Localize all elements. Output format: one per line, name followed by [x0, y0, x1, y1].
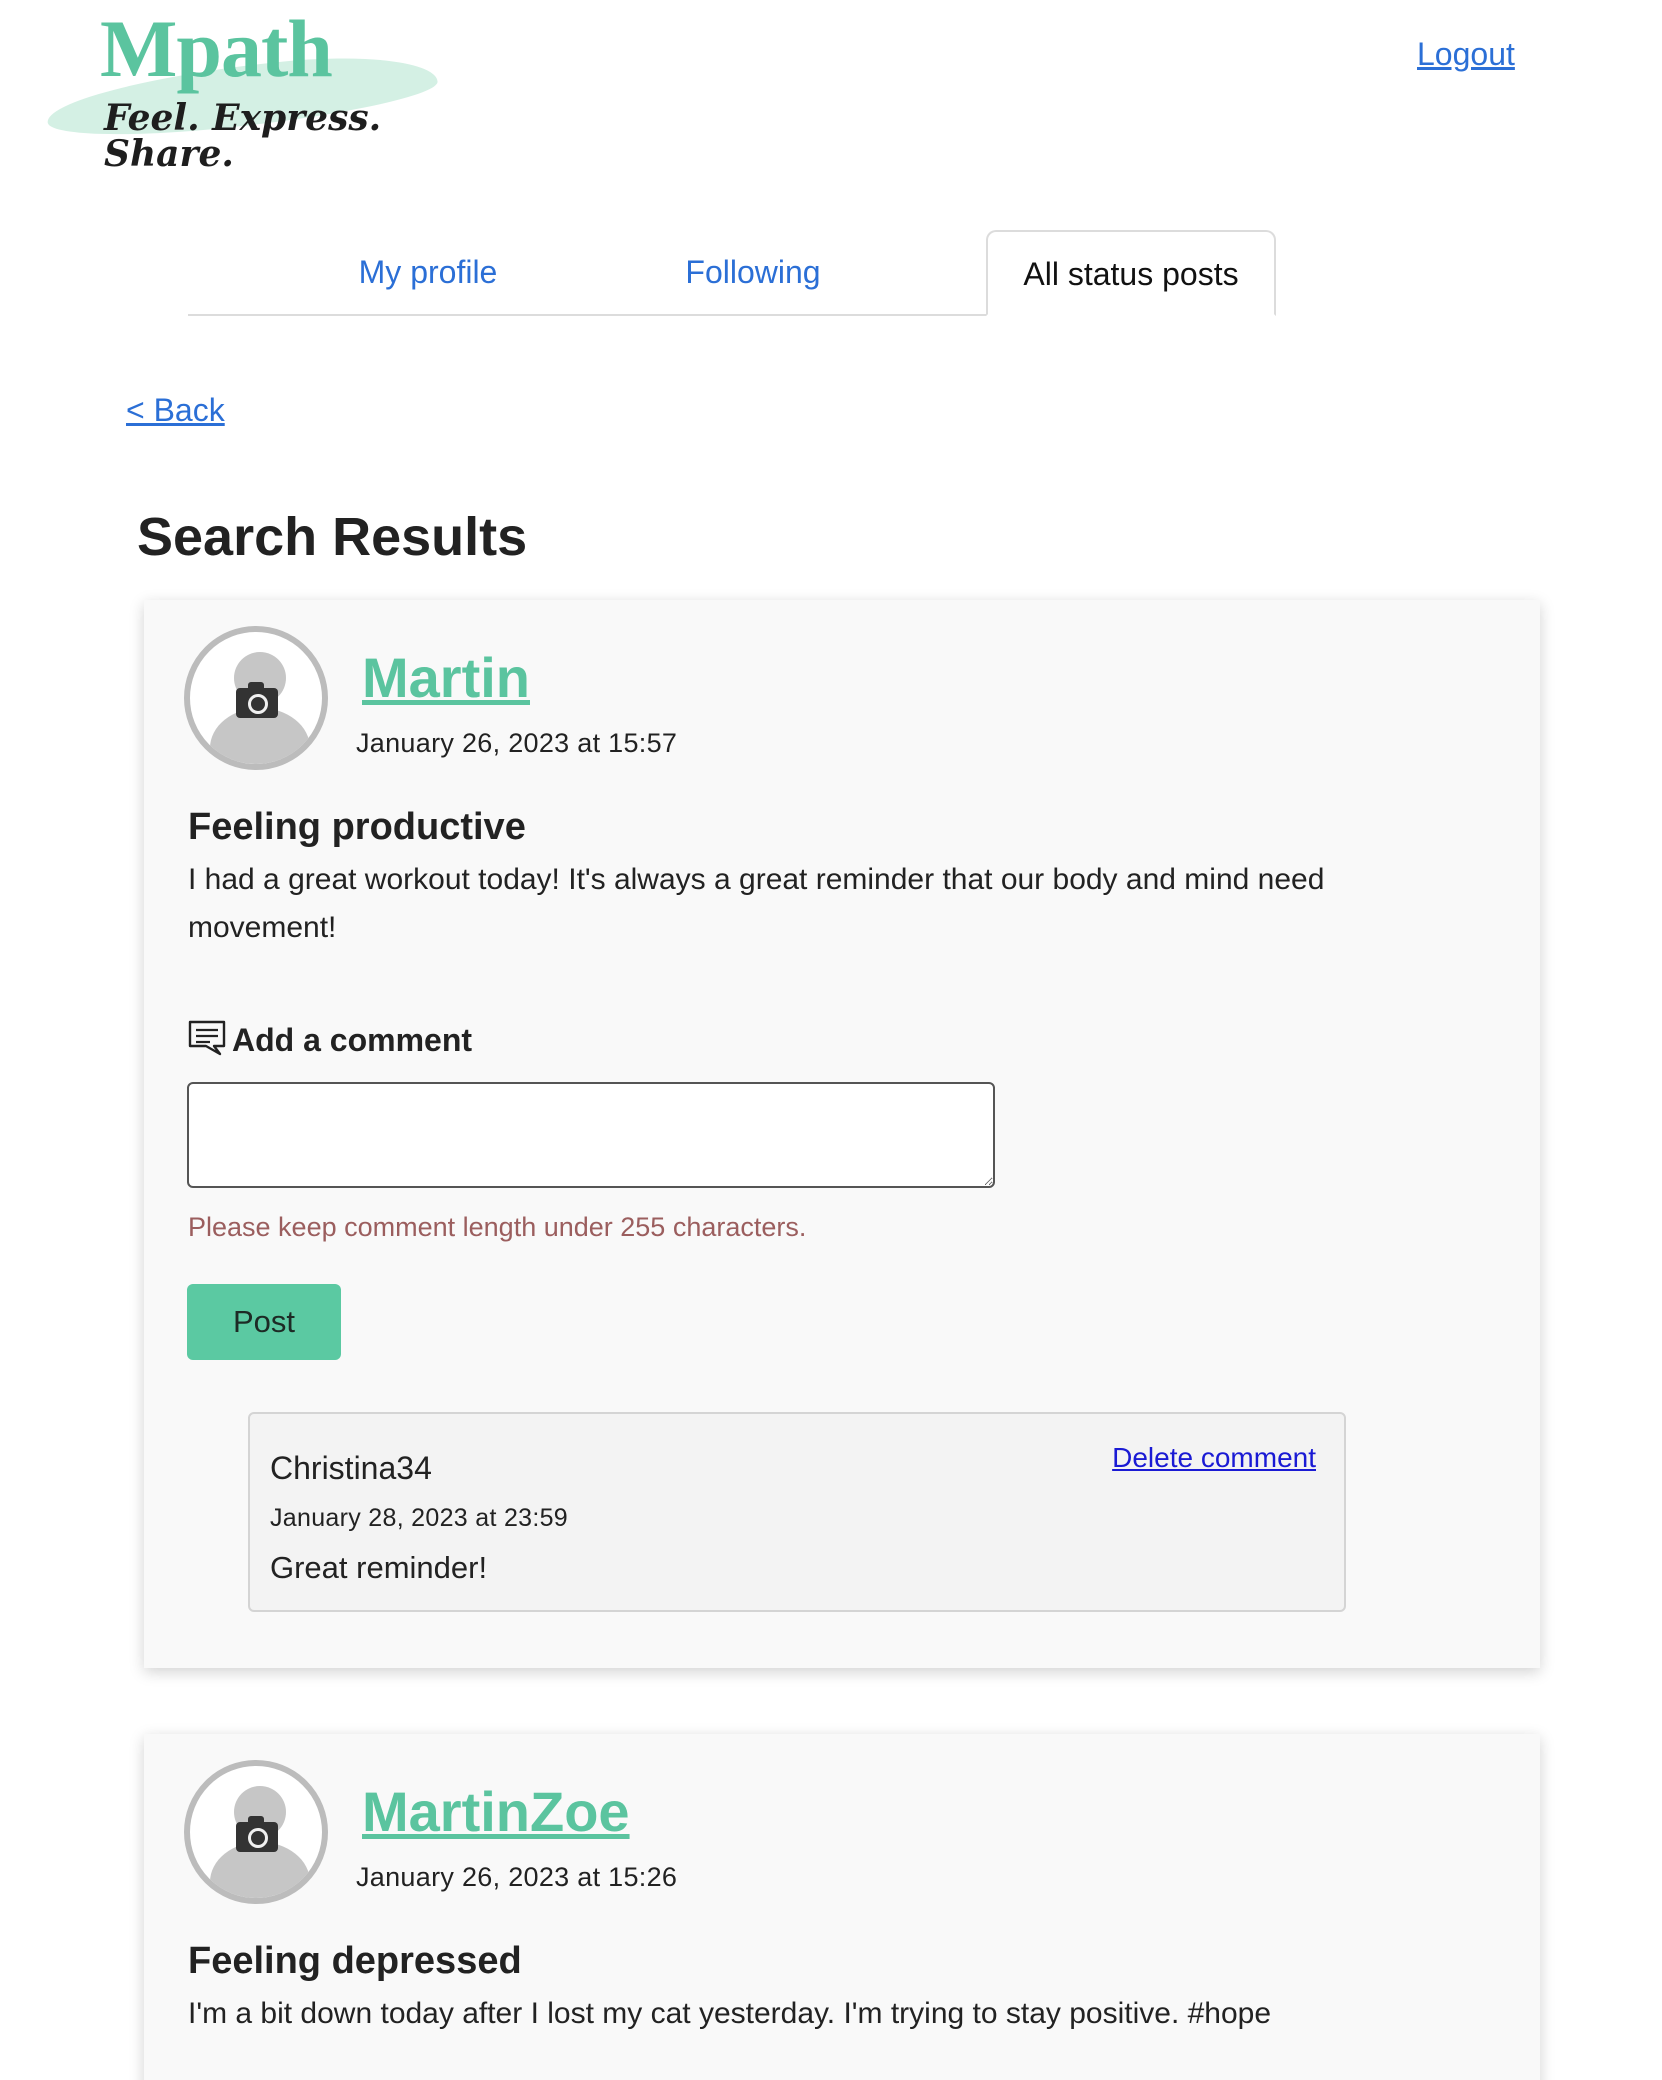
back-link[interactable]: < Back	[126, 392, 225, 429]
tab-all-status-posts[interactable]: All status posts	[986, 230, 1276, 316]
tab-following[interactable]: Following	[628, 230, 878, 314]
comment-length-hint: Please keep comment length under 255 cha…	[188, 1212, 807, 1242]
page: Mpath Feel. Express. Share. Logout My pr…	[0, 0, 1662, 2080]
delete-comment-link[interactable]: Delete comment	[1112, 1442, 1316, 1474]
nav-tabs: My profile Following All status posts	[188, 230, 1276, 316]
tab-my-profile[interactable]: My profile	[303, 230, 553, 314]
logout-link[interactable]: Logout	[1417, 36, 1515, 73]
camera-icon	[236, 682, 278, 718]
status-post-card: Martin January 26, 2023 at 15:57 Feeling…	[144, 600, 1540, 1668]
comment-icon	[188, 1020, 226, 1065]
avatar[interactable]	[184, 626, 328, 770]
post-comment-button[interactable]: Post	[187, 1284, 341, 1360]
post-title: Feeling productive	[188, 806, 526, 848]
post-username-link[interactable]: Martin	[362, 650, 530, 706]
post-date: January 26, 2023 at 15:57	[356, 728, 678, 758]
post-body: I'm a bit down today after I lost my cat…	[188, 1997, 1272, 2030]
logo-title: Mpath	[100, 3, 333, 94]
post-title: Feeling depressed	[188, 1940, 522, 1982]
page-title: Search Results	[137, 507, 528, 567]
add-comment-label: Add a comment	[188, 1020, 472, 1060]
logo-tagline: Feel. Express. Share.	[104, 97, 382, 175]
camera-icon	[236, 1816, 278, 1852]
mpath-logo[interactable]: Mpath Feel. Express. Share.	[40, 3, 441, 172]
status-post-card: MartinZoe January 26, 2023 at 15:26 Feel…	[144, 1734, 1540, 2080]
post-username-link[interactable]: MartinZoe	[362, 1784, 630, 1840]
add-comment-label-text: Add a comment	[232, 1022, 473, 1058]
comment-username: Christina34	[270, 1450, 432, 1486]
comment-input[interactable]	[187, 1082, 995, 1188]
avatar[interactable]	[184, 1760, 328, 1904]
comment-item: Christina34 January 28, 2023 at 23:59 Gr…	[248, 1412, 1346, 1612]
comment-text: Great reminder!	[270, 1550, 488, 1585]
comment-date: January 28, 2023 at 23:59	[270, 1504, 569, 1532]
post-body: I had a great workout today! It's always…	[188, 863, 1325, 944]
post-date: January 26, 2023 at 15:26	[356, 1862, 678, 1892]
